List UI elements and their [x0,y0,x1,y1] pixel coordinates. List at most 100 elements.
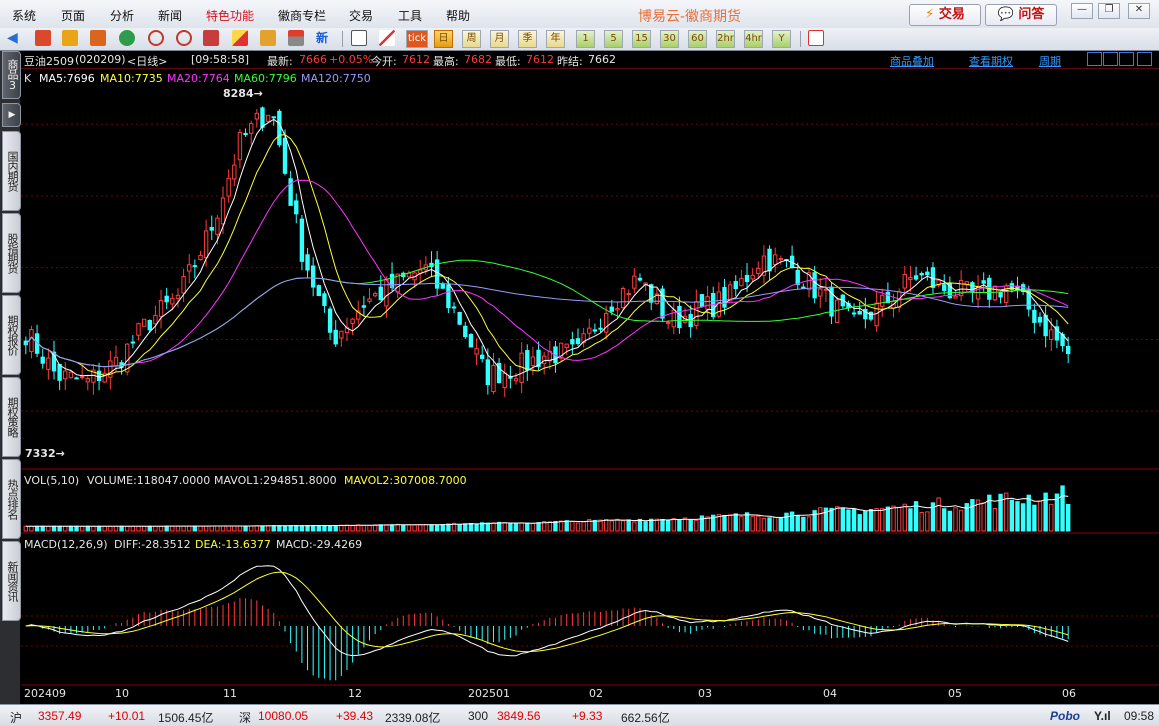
sidebar-tab-index-futures[interactable]: 股指期货 [2,213,21,293]
refresh-icon[interactable] [119,30,135,46]
candle-body [299,218,305,262]
period-label: <日线> [127,55,168,68]
table-icon[interactable] [351,30,367,46]
filter-icon[interactable] [288,30,304,46]
menu-help[interactable]: 帮助 [446,7,470,24]
period-60min[interactable]: 60 [688,30,707,48]
restore-icon[interactable]: ❐ [1098,3,1120,19]
candle-body [778,258,784,261]
volume-bar [429,524,434,532]
panel-layout-icon[interactable] [808,30,824,46]
tick-button[interactable]: tick [406,30,428,48]
volume-bar [671,518,676,532]
home-icon[interactable] [35,30,51,46]
overlay-commodity-link[interactable]: 商品叠加 [890,53,934,69]
period-week[interactable]: 周 [462,30,481,48]
sidebar-tab-hot-ranking[interactable]: 热点排名 [2,459,21,539]
volume-bar [119,525,124,532]
period-day[interactable]: 日 [434,30,453,48]
database-icon[interactable] [62,30,78,46]
menu-featured[interactable]: 特色功能 [206,7,254,24]
restore-panel-icon[interactable] [1119,52,1134,66]
view-options-link[interactable]: 查看期权 [969,53,1013,69]
candle-body [502,372,507,388]
sidebar-tab-option-strategy[interactable]: 期权策略 [2,377,21,457]
menu-analysis[interactable]: 分析 [110,7,134,24]
volume-bar [468,523,474,532]
menu-huishang-column[interactable]: 徽商专栏 [278,7,326,24]
window-stack-icon[interactable] [203,30,219,46]
volume-bar [936,497,941,532]
qa-button[interactable]: 💬 问答 [985,4,1057,26]
period-year[interactable]: 年 [546,30,565,48]
period-4hr[interactable]: 4hr [744,30,763,48]
candle-body [74,377,79,380]
candle-body [913,275,919,280]
volume-bar [784,512,789,532]
volume-bar [620,520,626,532]
candle-body [277,110,282,146]
high-price-marker: 8284→ [223,87,263,100]
period-quarter[interactable]: 季 [518,30,537,48]
candle-body [823,288,829,291]
candle-body [615,308,620,311]
candle-body [953,295,958,299]
sidebar-tab-domestic-futures[interactable]: 国内期货 [2,131,21,211]
trend-chart-icon[interactable] [379,30,395,46]
period-1min[interactable]: 1 [576,30,595,48]
menu-system[interactable]: 系统 [12,7,36,24]
kline-chart[interactable] [21,51,1159,704]
period-custom[interactable]: Y [772,30,791,48]
period-15min[interactable]: 15 [632,30,651,48]
volume-bar [63,525,68,532]
new-icon[interactable]: 新 [316,30,332,46]
close-panel-icon[interactable] [1137,52,1152,66]
menu-page[interactable]: 页面 [61,7,85,24]
chevron-right-icon[interactable]: ▶ [2,103,21,127]
candle-body [902,274,907,289]
alarm-icon[interactable] [260,30,276,46]
candle-body [158,299,164,317]
prev-arrow-icon[interactable] [1087,52,1102,66]
low-label: 最低: [495,55,521,68]
zoom-out-icon[interactable] [176,30,192,46]
volume-bar [637,518,643,532]
period-link[interactable]: 周期 [1039,53,1061,69]
trade-button-label: 交易 [938,7,965,22]
volume-bar [553,521,558,532]
volume-bar [502,522,507,532]
period-5min[interactable]: 5 [604,30,623,48]
contract-code: (020209) [75,53,126,66]
next-arrow-icon[interactable] [1103,52,1118,66]
zoom-in-icon[interactable] [148,30,164,46]
candle-body [992,285,998,301]
back-arrow-icon[interactable]: ◀ [7,30,23,46]
period-30min[interactable]: 30 [660,30,679,48]
sidebar-tab-option-quotes[interactable]: 期权报价 [2,295,21,375]
close-icon[interactable]: ✕ [1128,3,1150,19]
menu-trade[interactable]: 交易 [349,7,373,24]
minimize-icon[interactable]: — [1071,3,1093,19]
qa-button-label: 问答 [1018,7,1045,22]
f10-icon[interactable] [90,30,106,46]
period-2hr[interactable]: 2hr [716,30,735,48]
volume-bar [372,524,378,532]
menu-tools[interactable]: 工具 [398,7,422,24]
sidebar-tab-news[interactable]: 新闻资讯 [2,541,21,621]
volume-bar [778,517,784,532]
volume-bar [226,525,231,532]
volume-bar [277,525,282,532]
period-month[interactable]: 月 [490,30,509,48]
chart-area[interactable]: 豆油2509 (020209) <日线> [09:58:58] 最新: 7666… [21,51,1159,704]
pencil-icon[interactable] [232,30,248,46]
trade-button[interactable]: ⚡ 交易 [909,4,981,26]
candle-body [1049,329,1054,341]
volume-bar [57,525,62,532]
menu-news[interactable]: 新闻 [158,7,182,24]
volume-bar [384,524,389,532]
sz-change: +39.43 [336,709,374,723]
candle-body [254,112,260,120]
sz-index: 10080.05 [258,709,309,723]
volume-bar [654,518,660,532]
sidebar-tab-commodity[interactable]: 商品3 [2,51,21,99]
